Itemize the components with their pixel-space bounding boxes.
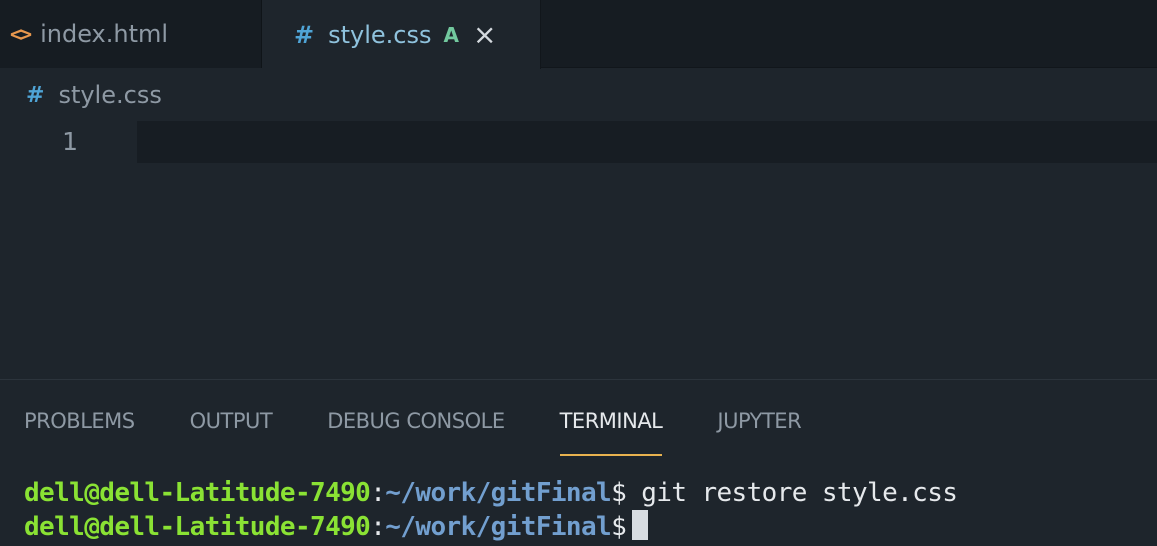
terminal-output[interactable]: dell@dell-Latitude-7490:~/work/gitFinal$… (24, 476, 958, 544)
tab-output[interactable]: OUTPUT (190, 406, 273, 456)
css-file-icon: # (26, 82, 45, 108)
terminal-cursor[interactable] (632, 510, 649, 540)
prompt-user: dell@dell-Latitude-7490 (24, 478, 371, 508)
prompt-path: ~/work/gitFinal (385, 478, 612, 508)
html-file-icon: <> (10, 22, 32, 46)
css-file-icon: # (294, 20, 315, 49)
terminal-line: dell@dell-Latitude-7490:~/work/gitFinal$ (24, 510, 957, 544)
tab-debug-console[interactable]: DEBUG CONSOLE (327, 406, 505, 456)
panel-tab-bar: PROBLEMS OUTPUT DEBUG CONSOLE TERMINAL J… (24, 406, 856, 458)
line-number: 1 (62, 127, 78, 156)
current-line-highlight[interactable] (137, 121, 1157, 163)
tab-terminal[interactable]: TERMINAL (559, 406, 663, 456)
tab-label: index.html (40, 20, 169, 48)
breadcrumb[interactable]: # style.css (26, 78, 162, 112)
terminal-command: git restore style.css (626, 478, 958, 508)
terminal-line: dell@dell-Latitude-7490:~/work/gitFinal$… (24, 476, 958, 510)
tab-index-html[interactable]: <> index.html (0, 0, 262, 68)
breadcrumb-file-label[interactable]: style.css (58, 81, 161, 109)
tab-jupyter[interactable]: JUPYTER (717, 406, 801, 456)
prompt-path: ~/work/gitFinal (385, 512, 612, 542)
tab-style-css[interactable]: # style.css A × (262, 0, 541, 69)
tab-label: style.css (328, 20, 432, 49)
close-icon[interactable]: × (473, 20, 496, 49)
editor-tab-bar: <> index.html # style.css A × (0, 0, 1157, 69)
prompt-dollar: $ (611, 478, 627, 508)
prompt-colon: : (370, 478, 386, 508)
prompt-dollar: $ (611, 512, 627, 542)
line-number-gutter: 1 (0, 121, 110, 163)
bottom-panel: PROBLEMS OUTPUT DEBUG CONSOLE TERMINAL J… (0, 379, 1157, 546)
prompt-user: dell@dell-Latitude-7490 (24, 512, 371, 542)
git-added-badge: A (443, 22, 459, 47)
prompt-colon: : (370, 512, 386, 542)
tab-problems[interactable]: PROBLEMS (24, 406, 135, 456)
